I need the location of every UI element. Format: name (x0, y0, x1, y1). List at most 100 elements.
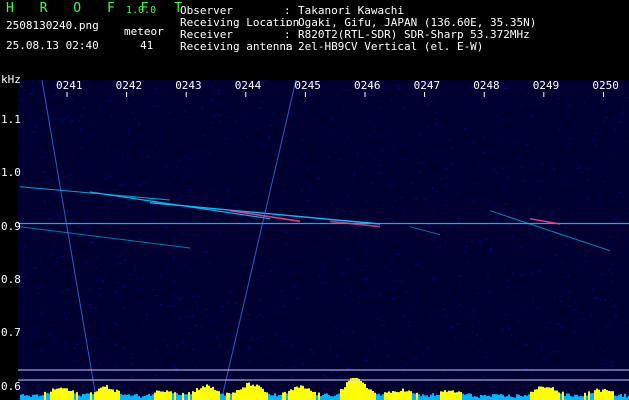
noise-speckle (265, 146, 268, 148)
noise-speckle (556, 323, 559, 325)
noise-speckle (56, 193, 58, 194)
noise-speckle (431, 278, 434, 280)
noise-speckle (577, 167, 580, 169)
noise-speckle (248, 194, 250, 196)
signal-level-bar (70, 390, 72, 400)
noise-speckle (95, 280, 97, 282)
noise-speckle (520, 87, 523, 89)
signal-level-bar (204, 387, 206, 400)
noise-speckle (78, 359, 81, 361)
noise-speckle (152, 191, 154, 193)
signal-level-bar (40, 395, 42, 400)
noise-speckle (586, 198, 589, 200)
noise-speckle (371, 276, 374, 278)
signal-level-bar (532, 391, 534, 400)
noise-speckle (208, 262, 212, 264)
noise-speckle (22, 210, 26, 212)
noise-speckle (332, 92, 334, 94)
noise-speckle (145, 361, 148, 363)
noise-speckle (60, 292, 63, 294)
noise-speckle (545, 205, 548, 207)
signal-level-bar (436, 395, 438, 400)
noise-speckle (291, 344, 293, 346)
noise-speckle (499, 304, 503, 306)
noise-speckle (545, 226, 549, 228)
noise-speckle (343, 274, 345, 276)
time-tick-label: 0248 (473, 79, 500, 92)
signal-level-bar (68, 391, 70, 400)
noise-speckle (341, 247, 344, 249)
noise-speckle (538, 127, 540, 129)
signal-level-bar (196, 388, 198, 400)
signal-level-bar (170, 391, 172, 400)
noise-speckle (34, 126, 38, 128)
signal-level-bar (98, 388, 100, 400)
noise-speckle (504, 203, 507, 204)
noise-speckle (510, 335, 513, 336)
signal-level-bar (404, 391, 406, 400)
noise-speckle (268, 312, 271, 314)
noise-speckle (174, 368, 177, 369)
noise-speckle (531, 114, 535, 116)
noise-speckle (403, 157, 407, 159)
noise-speckle (484, 331, 487, 333)
noise-speckle (105, 177, 108, 179)
signal-level-bar (38, 396, 40, 400)
noise-speckle (557, 98, 561, 100)
noise-speckle (94, 371, 96, 373)
noise-speckle (524, 365, 526, 367)
noise-speckle (227, 190, 230, 192)
noise-speckle (564, 227, 567, 229)
noise-speckle (55, 272, 58, 274)
noise-speckle (270, 270, 273, 272)
signal-level-bar (84, 394, 86, 400)
noise-speckle (563, 176, 566, 178)
noise-speckle (383, 87, 386, 89)
noise-speckle (385, 355, 389, 357)
signal-level-bar (36, 394, 38, 400)
noise-speckle (541, 164, 544, 166)
noise-speckle (21, 327, 24, 329)
signal-level-bar (624, 393, 626, 400)
noise-speckle (478, 319, 482, 321)
noise-speckle (177, 301, 180, 303)
noise-speckle (57, 214, 61, 216)
noise-speckle (56, 110, 59, 111)
noise-speckle (243, 217, 245, 219)
noise-speckle (241, 146, 243, 148)
noise-speckle (259, 314, 262, 316)
noise-speckle (414, 198, 418, 200)
noise-speckle (116, 235, 118, 237)
noise-speckle (309, 185, 313, 187)
signal-level-bar (20, 394, 22, 400)
noise-speckle (192, 315, 195, 316)
noise-speckle (426, 377, 428, 379)
noise-speckle (612, 219, 615, 221)
noise-speckle (195, 302, 197, 304)
noise-speckle (197, 309, 199, 311)
noise-speckle (293, 302, 296, 304)
noise-speckle (341, 230, 344, 232)
noise-speckle (53, 361, 55, 363)
noise-speckle (585, 260, 587, 262)
signal-level-bar (556, 390, 558, 400)
noise-speckle (323, 111, 326, 113)
noise-speckle (407, 325, 411, 327)
noise-speckle (592, 259, 594, 261)
noise-speckle (615, 237, 618, 239)
noise-speckle (612, 156, 615, 158)
noise-speckle (114, 174, 117, 176)
noise-speckle (325, 161, 329, 163)
noise-speckle (347, 368, 351, 369)
noise-speckle (204, 151, 208, 153)
noise-speckle (215, 319, 217, 321)
noise-speckle (531, 372, 533, 374)
noise-speckle (243, 287, 245, 289)
noise-speckle (396, 254, 400, 255)
noise-speckle (301, 363, 304, 365)
noise-speckle (184, 252, 187, 254)
noise-speckle (160, 138, 163, 140)
info-colon: : (284, 40, 291, 53)
noise-speckle (227, 257, 229, 259)
noise-speckle (64, 342, 66, 344)
